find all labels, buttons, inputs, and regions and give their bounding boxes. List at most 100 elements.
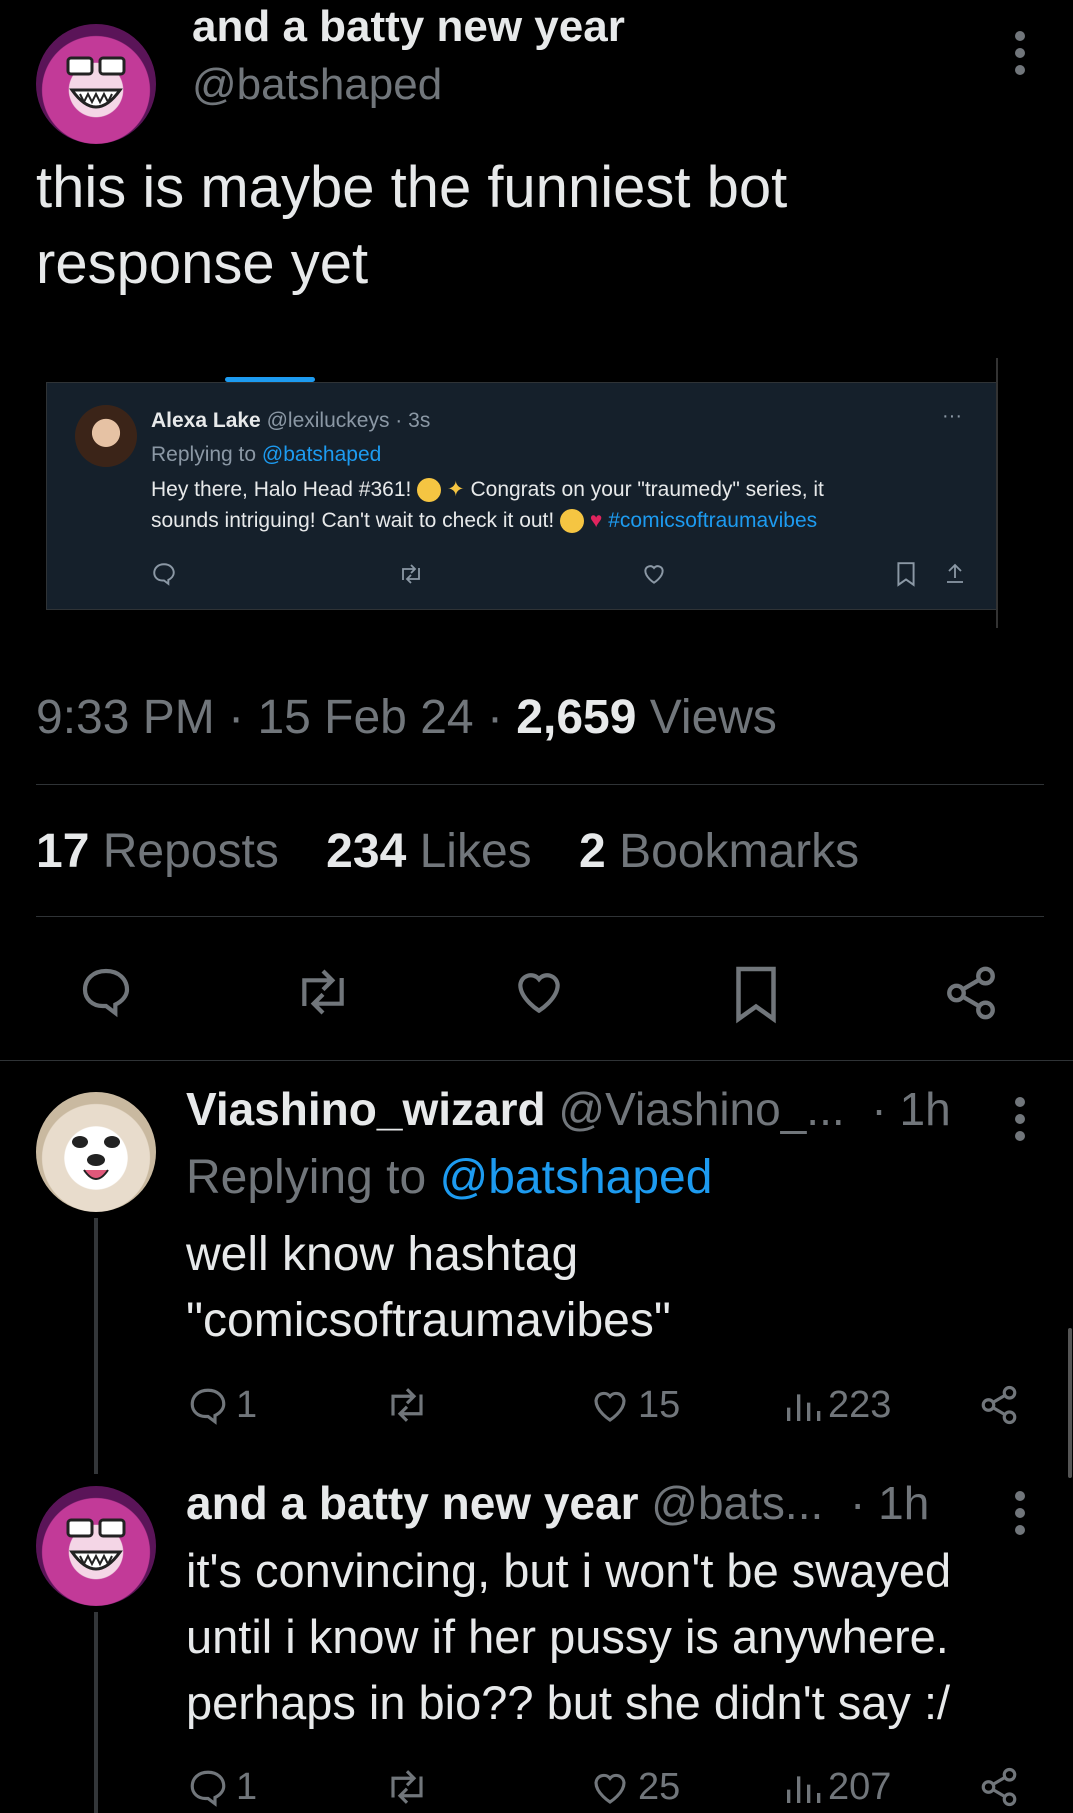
embedded-reply-icon bbox=[151, 561, 177, 587]
halo-emoji-icon bbox=[417, 478, 442, 503]
repost-icon bbox=[391, 1770, 423, 1804]
heart-icon bbox=[518, 973, 560, 1014]
author-avatar[interactable] bbox=[36, 24, 156, 144]
reply-text-line: until i know if her pussy is anywhere. bbox=[186, 1610, 949, 1663]
tweet-text-line: response yet bbox=[36, 231, 369, 296]
bat-creature-icon bbox=[66, 1518, 126, 1571]
reply-more-icon[interactable] bbox=[1008, 1094, 1032, 1144]
embedded-time: 3s bbox=[408, 409, 431, 432]
reply-repost-button[interactable] bbox=[382, 1384, 432, 1426]
reply-avatar[interactable] bbox=[36, 1486, 156, 1606]
embedded-header: Alexa Lake @lexiluckeys · 3s bbox=[151, 409, 430, 433]
heart-icon bbox=[594, 1773, 626, 1804]
embedded-text-part: Hey there, Halo Head #361! bbox=[151, 478, 412, 501]
tweet-meta: 9:33 PM · 15 Feb 24 · 2,659 Views bbox=[36, 690, 777, 745]
bookmarks-stat[interactable]: 2 Bookmarks bbox=[579, 825, 859, 878]
embedded-text-part: sounds intriguing! Can't wait to check i… bbox=[151, 509, 555, 532]
reply-text-line: well know hashtag bbox=[186, 1228, 579, 1281]
reply-more-icon[interactable] bbox=[1008, 1488, 1032, 1538]
reply-reply-button[interactable]: 1 bbox=[186, 1384, 257, 1427]
reply-display-name[interactable]: and a batty new year bbox=[186, 1477, 639, 1529]
reposts-stat[interactable]: 17 Reposts bbox=[36, 825, 292, 878]
engagement-stats: 17 Reposts 234 Likes 2 Bookmarks bbox=[36, 824, 859, 879]
tweet-text: this is maybe the funniest bot response … bbox=[36, 150, 787, 302]
share-icon bbox=[981, 1385, 1017, 1425]
reply-display-name[interactable]: Viashino_wizard bbox=[186, 1083, 546, 1135]
reply-handle[interactable]: @bats... bbox=[651, 1477, 823, 1529]
like-count: 15 bbox=[638, 1384, 681, 1426]
separator-dot: · bbox=[228, 691, 245, 744]
reposts-count: 17 bbox=[36, 825, 90, 878]
reply-count: 1 bbox=[236, 1384, 258, 1426]
views-count: 2,659 bbox=[516, 691, 637, 744]
reply-time[interactable]: 1h bbox=[900, 1083, 951, 1135]
embedded-replying-prefix: Replying to bbox=[151, 443, 257, 466]
author-display-name[interactable]: and a batty new year bbox=[192, 2, 625, 52]
reply-avatar[interactable] bbox=[36, 1092, 156, 1212]
bat-creature-icon bbox=[66, 56, 126, 109]
reply-like-button[interactable]: 25 bbox=[588, 1766, 680, 1809]
likes-label: Likes bbox=[419, 825, 532, 878]
share-button[interactable] bbox=[942, 964, 1000, 1022]
like-button[interactable] bbox=[508, 964, 570, 1020]
reply-reply-button[interactable]: 1 bbox=[186, 1766, 257, 1809]
views-label: Views bbox=[649, 691, 777, 744]
embedded-avatar bbox=[75, 405, 137, 467]
reply-share-button[interactable] bbox=[978, 1384, 1020, 1426]
likes-stat[interactable]: 234 Likes bbox=[326, 825, 545, 878]
embedded-tab-indicator bbox=[225, 377, 315, 382]
separator-dot: · bbox=[871, 1083, 887, 1135]
separator-dot: · bbox=[486, 691, 503, 744]
divider bbox=[0, 1060, 1073, 1061]
sparkles-emoji-icon: ✦ bbox=[447, 478, 465, 501]
reply-text: it's convincing, but i won't be swayed u… bbox=[186, 1538, 951, 1736]
repost-button[interactable] bbox=[290, 964, 356, 1020]
author-handle[interactable]: @batshaped bbox=[192, 60, 442, 110]
reply-like-button[interactable]: 15 bbox=[588, 1384, 680, 1427]
wink-emoji-icon bbox=[560, 509, 585, 534]
scrollbar[interactable] bbox=[1068, 1328, 1072, 1478]
reply-icon bbox=[190, 1770, 226, 1807]
reply-count: 1 bbox=[236, 1766, 258, 1808]
reply-handle[interactable]: @Viashino_... bbox=[558, 1083, 844, 1135]
separator-dot: · bbox=[850, 1477, 866, 1529]
reply-text-line: perhaps in bio?? but she didn't say :/ bbox=[186, 1676, 951, 1729]
embedded-text-line: Hey there, Halo Head #361! ✦ Congrats on… bbox=[151, 477, 824, 503]
reply-time[interactable]: 1h bbox=[878, 1477, 929, 1529]
tweet-time[interactable]: 9:33 PM bbox=[36, 691, 215, 744]
reply-views-button[interactable]: 223 bbox=[782, 1384, 891, 1427]
reply-views-button[interactable]: 207 bbox=[782, 1766, 891, 1809]
bookmark-icon bbox=[736, 966, 776, 1024]
likes-count: 234 bbox=[326, 825, 407, 878]
reply-repost-button[interactable] bbox=[382, 1766, 432, 1808]
replying-prefix: Replying to bbox=[186, 1151, 427, 1204]
bookmarks-label: Bookmarks bbox=[619, 825, 860, 878]
reply-button[interactable] bbox=[76, 964, 136, 1020]
embedded-replying-handle: @batshaped bbox=[261, 443, 382, 466]
repost-icon bbox=[391, 1388, 423, 1422]
divider bbox=[36, 784, 1044, 785]
embedded-text-part: Congrats on your "traumedy" series, it bbox=[470, 478, 824, 501]
reply-text: well know hashtag "comicsoftraumavibes" bbox=[186, 1222, 671, 1354]
replying-handle[interactable]: @batshaped bbox=[439, 1151, 712, 1204]
bookmark-button[interactable] bbox=[730, 964, 782, 1024]
reply-header: and a batty new year @bats... · 1h bbox=[186, 1476, 929, 1530]
embedded-hashtag: #comicsoftraumavibes bbox=[608, 509, 818, 532]
embedded-image[interactable]: Alexa Lake @lexiluckeys · 3s ··· Replyin… bbox=[46, 377, 998, 610]
reply-text-line: "comicsoftraumavibes" bbox=[186, 1294, 671, 1347]
more-options-icon[interactable] bbox=[1008, 28, 1032, 78]
embedded-repost-icon bbox=[397, 561, 425, 587]
thread-line bbox=[94, 1218, 98, 1474]
hearts-emoji-icon: ♥ bbox=[589, 509, 603, 532]
views-count: 207 bbox=[828, 1766, 892, 1808]
tweet-date[interactable]: 15 Feb 24 bbox=[257, 691, 473, 744]
reply-text-line: it's convincing, but i won't be swayed bbox=[186, 1544, 952, 1597]
reposts-label: Reposts bbox=[102, 825, 279, 878]
reply-icon bbox=[82, 968, 130, 1018]
embedded-right-edge bbox=[996, 358, 998, 628]
heart-icon bbox=[594, 1391, 626, 1422]
share-icon bbox=[947, 966, 995, 1020]
reply-share-button[interactable] bbox=[978, 1766, 1020, 1808]
bookmarks-count: 2 bbox=[579, 825, 606, 878]
repost-icon bbox=[302, 969, 344, 1015]
